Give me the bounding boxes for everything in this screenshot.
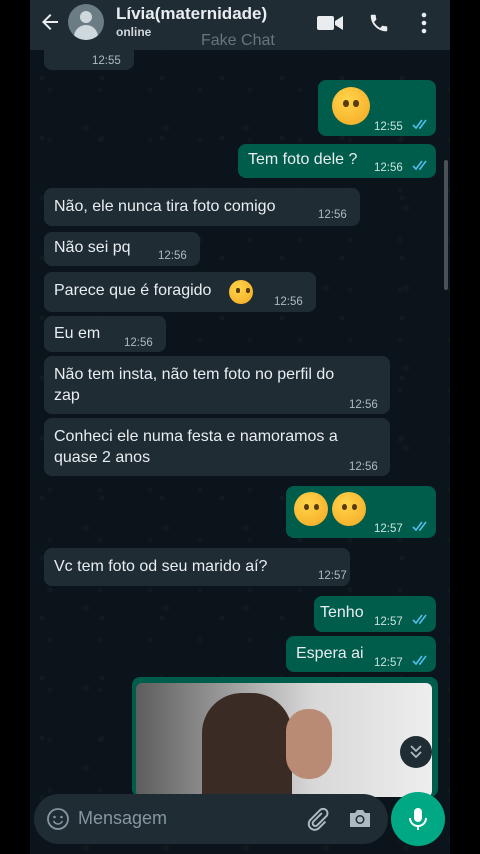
contact-name[interactable]: Lívia(maternidade) [116,4,267,24]
smiley-icon[interactable] [46,807,70,831]
message-time: 12:56 [349,461,378,473]
message-time: 12:56 [318,209,347,221]
scrollbar-thumb[interactable] [444,160,448,290]
thinking-face-icon [332,87,370,125]
message-outgoing[interactable]: Tenho 12:57 [314,596,436,632]
message-text: Eu em [54,325,101,342]
message-time: 12:57 [374,523,403,535]
contact-status: online [116,25,152,39]
message-text: Parece que é foragido [54,282,212,299]
message-text-line2: quase 2 anos [54,449,151,466]
thinking-face-icon [294,492,328,526]
message-outgoing[interactable]: 12:55 [318,80,436,136]
message-composer[interactable]: Mensagem [34,794,388,844]
message-text-line2: zap [54,387,80,404]
chat-screen: Lívia(maternidade) online Fake Chat 27 1… [30,0,450,854]
chevron-double-down-icon [410,745,422,759]
message-incoming[interactable]: Conheci ele numa festa e namoramos a qua… [44,418,390,476]
message-time: 12:56 [374,162,403,174]
read-ticks-icon [412,160,427,171]
message-time: 12:56 [274,296,303,308]
thinking-face-icon [332,492,366,526]
message-time: 12:57 [318,570,347,582]
rolling-on-floor-laughing-icon [229,280,253,304]
mic-icon [409,808,427,830]
message-incoming[interactable]: Parece que é foragido 12:56 [44,272,316,312]
scroll-to-bottom-button[interactable] [400,736,432,768]
message-time: 12:56 [158,250,187,262]
message-time: 12:55 [374,121,403,133]
paperclip-icon[interactable] [304,806,330,832]
message-text-line1: Não tem insta, não tem foto no perfil do [54,366,335,383]
arrow-left-icon[interactable] [38,10,62,34]
photo-image[interactable] [136,683,432,797]
message-text: Tem foto dele ? [248,151,358,168]
message-incoming[interactable]: Não tem insta, não tem foto no perfil do… [44,356,390,414]
message-incoming[interactable]: Não, ele nunca tira foto comigo 12:56 [44,188,360,226]
more-vert-icon[interactable] [420,12,428,34]
message-time: 12:56 [124,337,153,349]
message-incoming[interactable]: Eu em 12:56 [44,316,166,352]
read-ticks-icon [412,614,427,625]
message-incoming[interactable]: Não sei pq 12:56 [44,232,200,266]
read-ticks-icon [412,655,427,666]
message-outgoing[interactable]: 12:57 [286,486,436,538]
message-text: Espera ai [296,645,364,662]
message-time: 12:55 [92,55,121,67]
message-time: 12:57 [374,616,403,628]
message-text: Tenho [320,604,364,621]
read-ticks-icon [412,119,427,130]
message-time: 12:56 [349,399,378,411]
message-text-line1: Conheci ele numa festa e namoramos a [54,428,338,445]
camera-icon[interactable] [348,807,372,829]
voice-message-button[interactable] [391,792,445,846]
message-incoming[interactable]: Vc tem foto od seu marido aí? 12:57 [44,548,350,586]
message-time: 12:57 [374,657,403,669]
avatar[interactable] [68,4,104,40]
message-text: Não, ele nunca tira foto comigo [54,198,276,215]
read-ticks-icon [412,521,427,532]
message-outgoing[interactable]: Tem foto dele ? 12:56 [238,144,436,178]
message-text: Vc tem foto od seu marido aí? [54,558,268,575]
message-input[interactable]: Mensagem [78,808,167,829]
message-outgoing[interactable]: Espera ai 12:57 [286,636,436,672]
phone-icon[interactable] [368,12,390,34]
message-text: Não sei pq [54,239,131,256]
message-image-outgoing[interactable] [132,677,438,797]
watermark: Fake Chat [201,32,275,49]
video-call-icon[interactable] [316,12,344,34]
